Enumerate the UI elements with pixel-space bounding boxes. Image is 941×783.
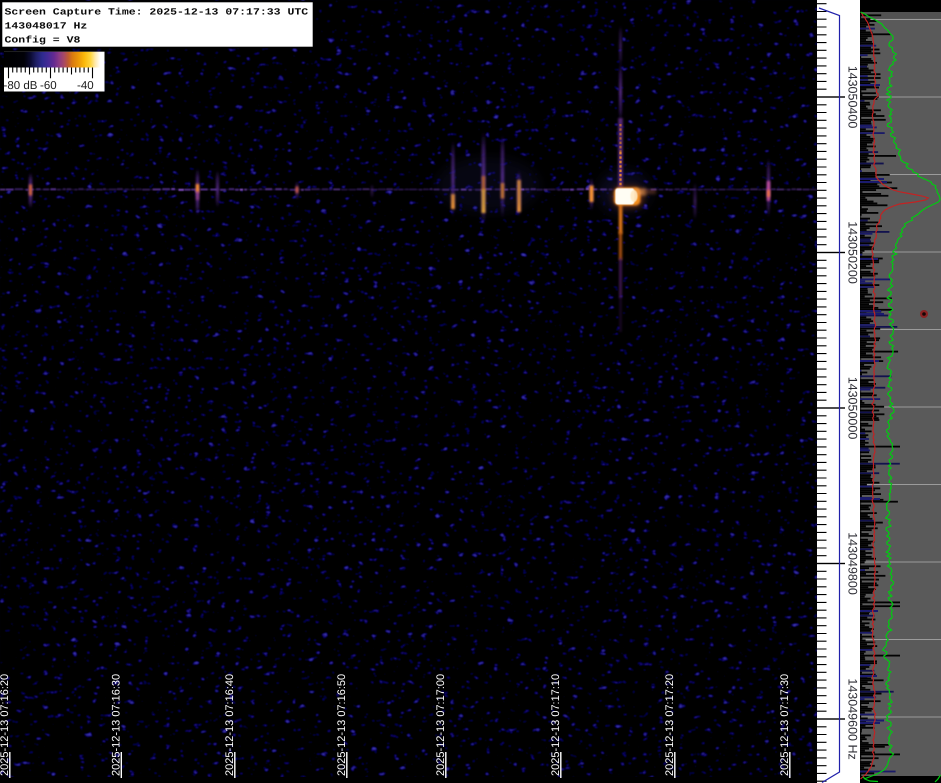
- svg-text:143049600 Hz: 143049600 Hz: [846, 678, 860, 759]
- svg-text:143049800: 143049800: [846, 532, 860, 595]
- svg-text:143050000: 143050000: [846, 377, 860, 440]
- svg-text:Config = V8: Config = V8: [5, 35, 81, 46]
- svg-text:-60: -60: [40, 80, 57, 92]
- svg-text:Screen Capture Time: 2025-12-1: Screen Capture Time: 2025-12-13 07:17:33…: [5, 7, 309, 18]
- svg-text:143050400: 143050400: [846, 66, 860, 129]
- svg-text:143050200: 143050200: [846, 221, 860, 284]
- svg-text:-80 dB: -80 dB: [4, 80, 38, 92]
- svg-text:-40: -40: [77, 80, 94, 92]
- svg-text:143048017 Hz: 143048017 Hz: [5, 21, 88, 32]
